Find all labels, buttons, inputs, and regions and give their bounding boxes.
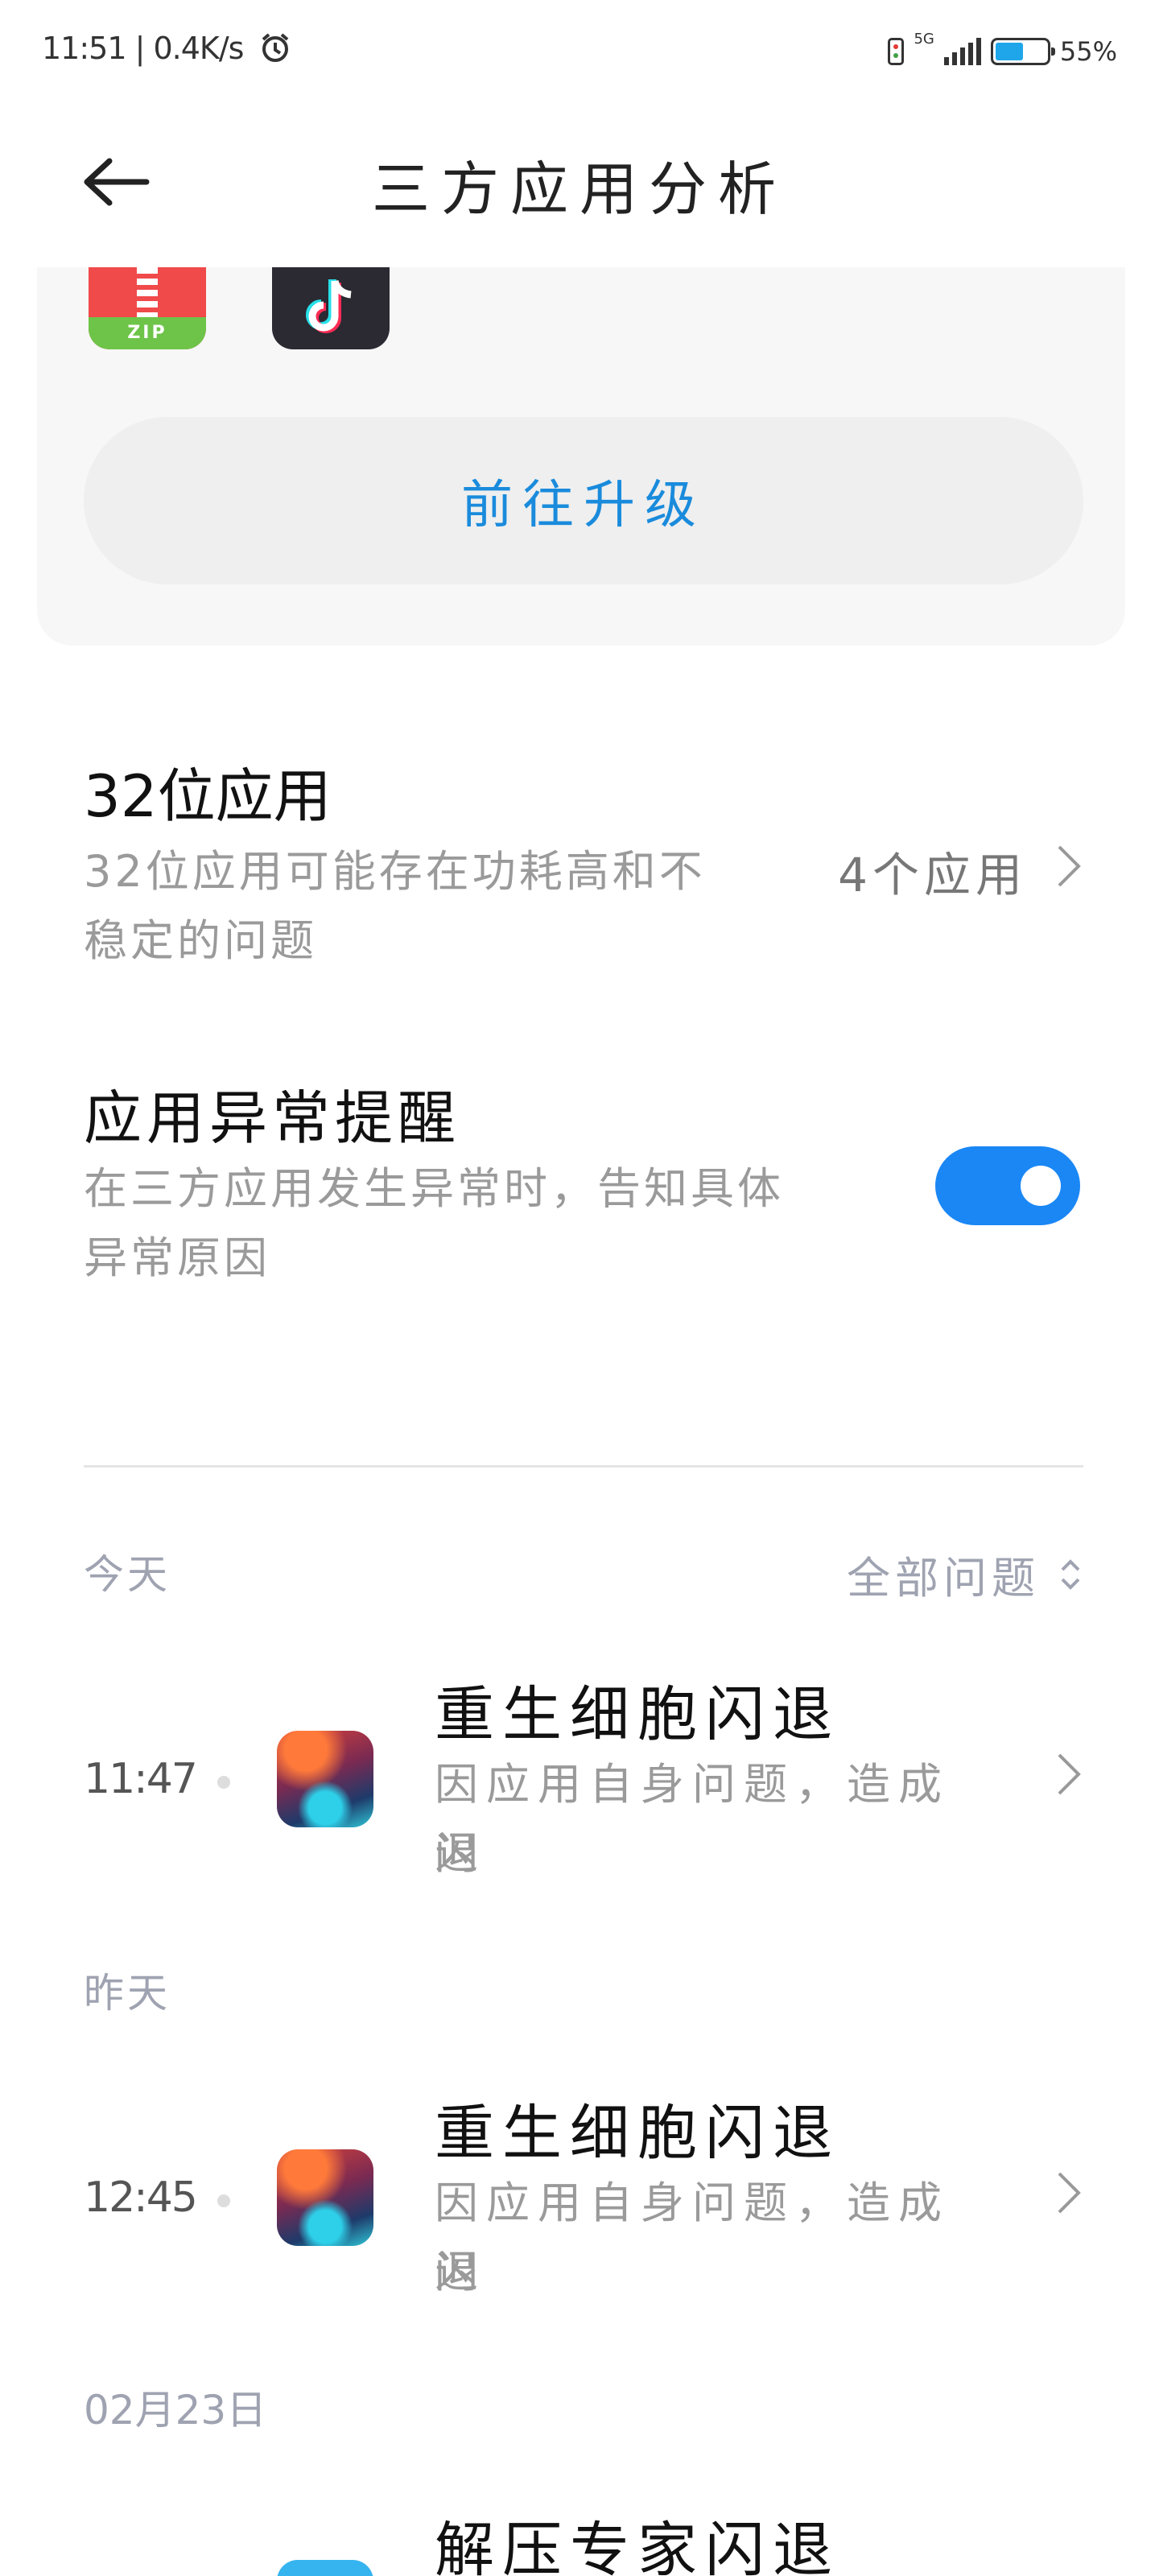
anomaly-desc-line2: 异常原因 [84,1232,270,1283]
apps-32bit-count: 4个应用 [838,848,1027,902]
timeline-dot [217,2194,230,2207]
crash-time: 11:47 [84,1755,198,1803]
dead-cells-app-icon [277,1731,373,1827]
apps-32bit-row[interactable]: 32位应用 32位应用可能存在功耗高和不 稳定的问题 4个应用 [84,749,1083,974]
tiktok-icon [272,267,390,349]
apps-32bit-desc-line1: 32位应用可能存在功耗高和不 [84,846,706,897]
zipper-graphic [137,267,158,317]
page-title: 三方应用分析 [371,155,787,223]
crash-time: 12:45 [84,2174,198,2222]
upgrade-button[interactable]: 前往升级 [84,417,1083,584]
toggle-knob [1021,1166,1061,1206]
signal-icon [943,38,981,65]
section-divider [84,1465,1083,1468]
status-bar-right: 5G 55% [888,31,1117,72]
apps-32bit-desc-line2: 稳定的问题 [84,915,317,966]
status-time-speed: 11:51 | 0.4K/s [42,31,244,66]
apps-32bit-title: 32位应用 [84,762,332,830]
crash-list-item[interactable]: 12:45 重生细胞闪退 因应用自身问题，造成闪 退 [84,2085,1083,2310]
sort-updown-icon [1061,1558,1080,1590]
sim-icon [888,38,905,65]
crash-title: 重生细胞闪退 [435,1680,840,1749]
back-button[interactable] [77,150,155,214]
chevron-right-icon [1058,1753,1081,1795]
timeline-dot [217,1776,230,1789]
crash-list-item[interactable]: 解压专家闪退 [84,2502,1083,2576]
alarm-icon [259,31,291,71]
filter-label: 全部问题 [847,1553,1040,1604]
anomaly-title: 应用异常提醒 [84,1084,461,1152]
crash-title: 解压专家闪退 [435,2516,840,2576]
battery-icon [990,38,1055,65]
crash-list-item[interactable]: 11:47 重生细胞闪退 因应用自身问题，造成闪 退 [84,1666,1083,1892]
network-type-label: 5G [914,31,934,47]
date-label-today: 今天 [84,1551,171,1598]
anomaly-toggle[interactable] [935,1146,1080,1225]
crash-desc-line2: 退 [435,1828,486,1879]
date-label-feb23: 02月23日 [84,2387,267,2434]
zip-label: ZIP [89,317,206,349]
date-label-yesterday: 昨天 [84,1970,171,2017]
anomaly-reminder-row: 应用异常提醒 在三方应用发生异常时，告知具体 异常原因 [84,1071,889,1312]
zip-app-icon [277,2560,373,2576]
filter-dropdown[interactable]: 全部问题 [847,1542,1082,1606]
battery-percent: 55% [1059,36,1117,67]
crash-desc-line2: 退 [435,2247,486,2297]
dead-cells-app-icon [277,2149,373,2246]
status-bar-left: 11:51 | 0.4K/s [42,31,291,71]
chevron-right-icon [1058,2172,1081,2214]
chevron-right-icon [1058,845,1081,887]
anomaly-desc-line1: 在三方应用发生异常时，告知具体 [84,1163,784,1214]
crash-title: 重生细胞闪退 [435,2099,840,2168]
back-arrow-icon [84,158,150,206]
battery-level [995,43,1023,60]
zip-app-icon: ZIP [89,267,206,349]
